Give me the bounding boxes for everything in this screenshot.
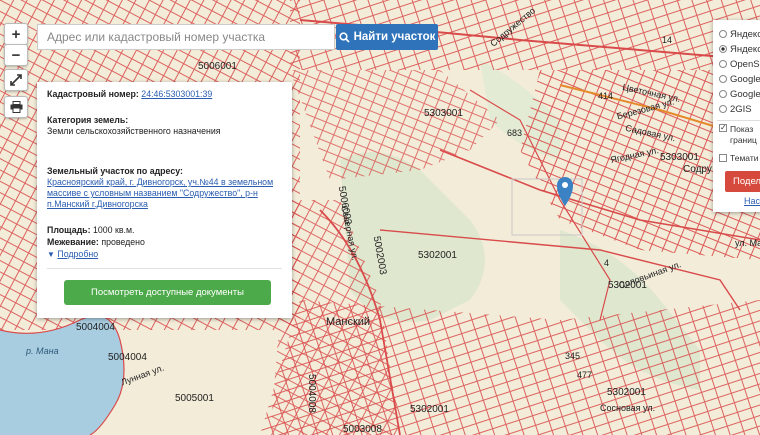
category-label: Категория земель: (47, 115, 129, 125)
radio-icon (719, 60, 727, 68)
layers-panel: Яндекс Яндекс OpenS Google Google 2GIS ✓… (713, 20, 760, 212)
area-label: Площадь: (47, 225, 91, 235)
address-label: Земельный участок по адресу: (47, 166, 183, 176)
thematic-label: Темати (730, 153, 759, 163)
footer-link[interactable]: Нас (744, 196, 760, 206)
layer-label: OpenS (730, 58, 760, 70)
layer-label: Яндекс (730, 28, 760, 40)
show-borders-label: Показ границ (730, 124, 757, 145)
radio-icon (719, 90, 727, 98)
address-link-line3[interactable]: п.Манский г.Дивногорска (47, 199, 282, 210)
quarter-label: 5303001 (660, 152, 699, 163)
cadastral-number-link[interactable]: 24:46:5303001:39 (141, 89, 212, 99)
layer-label: Яндекс (730, 43, 760, 55)
parcel-number: 345 (565, 351, 581, 361)
checkbox-icon (719, 154, 727, 162)
quarter-label: 5006001 (198, 61, 237, 72)
area-value: 1000 кв.м. (92, 225, 135, 235)
layer-label: Google (730, 88, 760, 100)
view-documents-button[interactable]: Посмотреть доступные документы (64, 280, 271, 305)
zoom-in-button[interactable]: + (4, 23, 28, 45)
survey-value: проведено (101, 237, 145, 247)
printer-icon (10, 101, 22, 113)
quarter-label: 5004004 (76, 322, 115, 333)
cadastral-label: Кадастровый номер: (47, 89, 139, 99)
thematic-toggle[interactable]: Темати (719, 150, 758, 166)
layer-option-2[interactable]: OpenS (719, 56, 760, 72)
street-label: ул. Ма (735, 238, 760, 248)
quarter-label: 5005001 (175, 393, 214, 404)
triangle-down-icon: ▼ (47, 250, 55, 259)
radio-selected-icon (719, 45, 727, 53)
layer-option-1[interactable]: Яндекс (719, 41, 760, 57)
layer-option-3[interactable]: Google (719, 71, 760, 87)
layer-option-0[interactable]: Яндекс (719, 26, 760, 42)
panel-divider (47, 268, 282, 269)
find-parcel-button[interactable]: Найти участок (336, 24, 438, 50)
search-input[interactable]: Адрес или кадастровый номер участка (37, 24, 335, 50)
address-link-line2[interactable]: массиве с условным названием "Содружеств… (47, 188, 282, 199)
parcel-number: 14 (662, 35, 673, 45)
layers-divider (717, 120, 760, 121)
parcel-number: 4 (604, 258, 610, 268)
quarter-label: 5302001 (607, 387, 646, 398)
layer-label: 2GIS (730, 103, 752, 115)
category-value: Земли сельскохозяйственного назначения (47, 126, 221, 136)
details-toggle[interactable]: ▼ Подробно (47, 249, 282, 260)
quarter-label: 5003008 (343, 424, 382, 435)
quarter-label: 5302001 (410, 404, 449, 415)
parcel-number: 683 (507, 128, 523, 138)
details-link[interactable]: Подробно (57, 249, 98, 259)
radio-icon (719, 75, 727, 83)
place-label: Манский (326, 316, 371, 328)
print-button[interactable] (4, 96, 28, 118)
radio-icon (719, 105, 727, 113)
zoom-out-button[interactable]: − (4, 44, 28, 66)
layer-option-5[interactable]: 2GIS (719, 101, 752, 117)
river-label: р. Мана (26, 346, 59, 356)
layer-label: Google (730, 73, 760, 85)
quarter-label: 5004008 (305, 374, 317, 413)
survey-label: Межевание: (47, 237, 99, 247)
radio-icon (719, 30, 727, 38)
street-label: Сосновая ул. (600, 403, 656, 413)
checkbox-checked-icon: ✓ (719, 123, 727, 132)
quarter-label: 5004004 (108, 352, 147, 363)
parcel-number: 477 (577, 370, 593, 380)
quarter-label: 5302001 (418, 250, 457, 261)
parcel-info-panel: Кадастровый номер: 24:46:5303001:39 Кате… (37, 82, 292, 318)
show-borders-toggle[interactable]: ✓ Показ границ (719, 123, 757, 145)
layer-option-4[interactable]: Google (719, 86, 760, 102)
street-label: Содру (683, 164, 712, 175)
quarter-label: 5303001 (424, 108, 463, 119)
fullscreen-button[interactable] (4, 69, 28, 91)
find-parcel-label: Найти участок (353, 31, 436, 43)
search-icon (338, 31, 350, 43)
address-link-line1[interactable]: Красноярский край, г. Дивногорск, уч.№44… (47, 177, 282, 188)
parcel-number: 414 (598, 91, 614, 101)
share-button[interactable]: Подел (725, 171, 760, 192)
expand-icon (10, 74, 22, 86)
